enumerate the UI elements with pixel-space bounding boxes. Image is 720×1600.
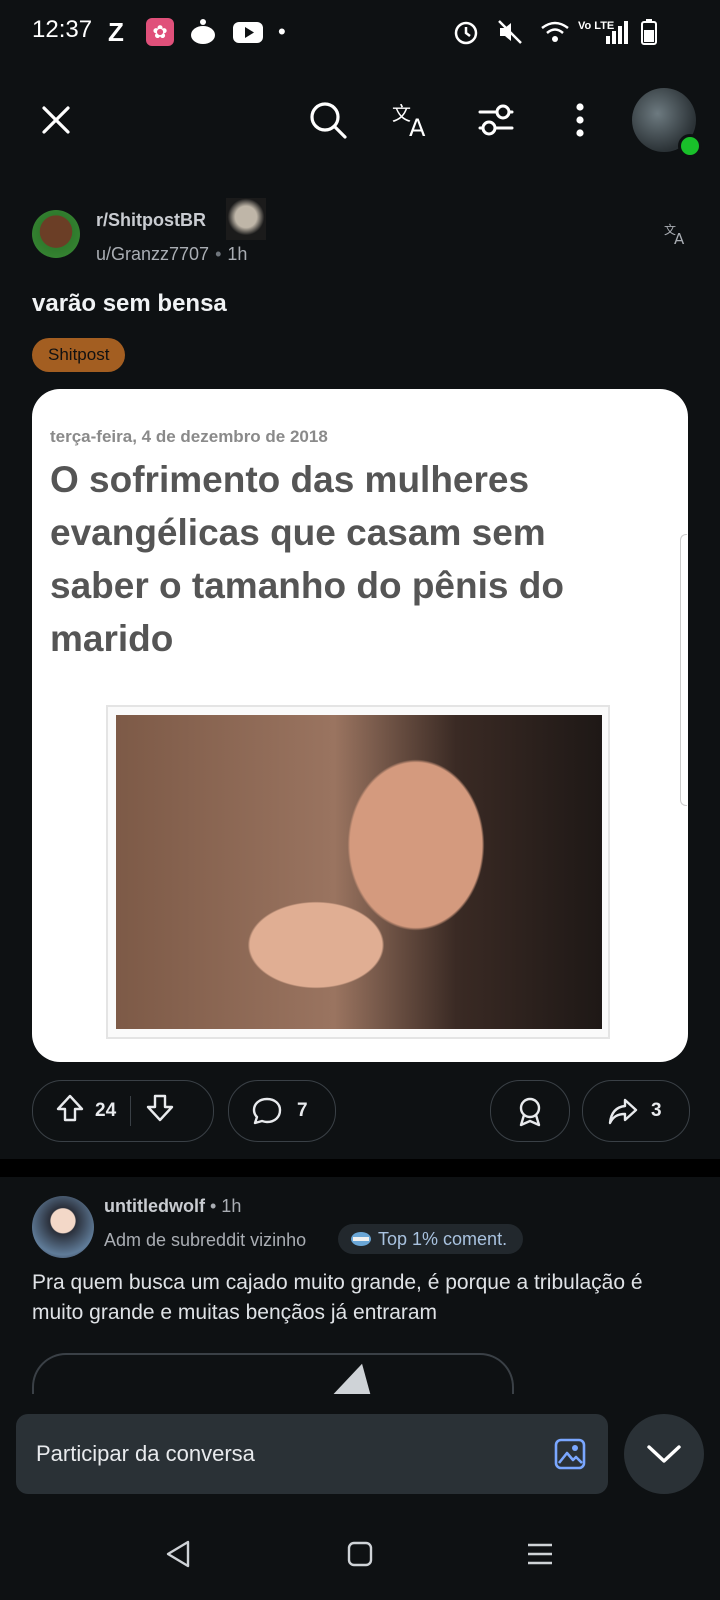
youtube-icon [233, 22, 263, 43]
top-commenter-badge[interactable]: Top 1% coment. [338, 1224, 524, 1254]
flower-app-icon: ✿ [146, 18, 174, 46]
more-options-button[interactable] [552, 92, 608, 148]
subreddit-flair-image [226, 198, 266, 240]
reddit-icon [191, 19, 215, 44]
filter-button[interactable] [468, 92, 524, 148]
comment-author-role: Adm de subreddit vizinho [104, 1230, 307, 1250]
post-meta: u/Granzz7707 • 1h [96, 244, 247, 265]
home-icon [347, 1541, 373, 1567]
article-photo-frame [106, 705, 610, 1039]
z-app-icon: Z [108, 17, 124, 47]
online-status-indicator [678, 134, 702, 158]
close-button[interactable] [28, 92, 84, 148]
article-headline: O sofrimento das mulheres evangélicas qu… [50, 459, 564, 659]
subreddit-name[interactable]: r/ShitpostBR [96, 210, 206, 231]
nav-recents-button[interactable] [520, 1534, 560, 1574]
status-bar: 12:37 Z ✿ • Vo LTE [0, 0, 720, 64]
share-button[interactable]: 3 [582, 1080, 690, 1142]
search-icon [310, 102, 347, 139]
share-count: 3 [651, 1100, 662, 1121]
dot-icon: • [278, 19, 286, 44]
upvote-count: 24 [95, 1100, 117, 1121]
more-icon [576, 103, 584, 137]
vote-control: 24 [32, 1080, 214, 1142]
downvote-icon [146, 1094, 174, 1122]
upvote-icon [56, 1094, 84, 1122]
collapse-button[interactable] [624, 1414, 704, 1494]
attach-image-button[interactable] [554, 1438, 586, 1475]
wifi-icon [541, 21, 569, 42]
svg-text:A: A [674, 230, 685, 246]
comment-author-avatar[interactable] [32, 1196, 94, 1258]
menu-icon [528, 1543, 552, 1565]
post-author[interactable]: u/Granzz7707 [96, 244, 209, 264]
post-image[interactable]: terça-feira, 4 de dezembro de 2018 O sof… [32, 389, 688, 1062]
top-comment-icon [351, 1232, 371, 1246]
nav-home-button[interactable] [340, 1534, 380, 1574]
image-edge-decoration [680, 534, 687, 806]
battery-icon [641, 19, 657, 45]
comments-button[interactable]: 7 [228, 1080, 336, 1142]
downvote-button[interactable] [145, 1093, 175, 1129]
comment-icon [252, 1097, 282, 1125]
mute-icon [498, 20, 522, 44]
upvote-button[interactable] [55, 1093, 85, 1129]
svg-text:A: A [409, 114, 426, 140]
translate-button[interactable]: 文 A [384, 92, 440, 148]
comment-body: Pra quem busca um cajado muito grande, é… [32, 1271, 643, 1324]
post-title[interactable]: varão sem bensa [32, 290, 227, 318]
reply-input[interactable]: Participar da conversa [16, 1414, 608, 1494]
subreddit-avatar[interactable] [32, 210, 80, 258]
status-time: 12:37 [32, 16, 93, 43]
comment-author[interactable]: untitledwolf [104, 1196, 205, 1216]
article-photo [116, 715, 602, 1029]
chevron-down-icon [647, 1445, 681, 1463]
image-icon [554, 1438, 586, 1470]
search-button[interactable] [300, 92, 356, 148]
award-icon [519, 1097, 541, 1127]
post-age: 1h [227, 244, 248, 264]
comment-header: untitledwolf • 1h [104, 1196, 241, 1217]
filter-icon [478, 104, 514, 136]
translate-icon: 文 A [392, 103, 426, 140]
post-flair[interactable]: Shitpost [32, 338, 126, 372]
meta-separator: • [215, 244, 222, 264]
nav-back-button[interactable] [158, 1534, 198, 1574]
award-button[interactable] [490, 1080, 570, 1142]
comment-count: 7 [297, 1100, 308, 1121]
translate-post-button[interactable]: 文 A [664, 222, 690, 251]
close-icon [42, 106, 70, 134]
top-badge-label: Top 1% coment. [378, 1229, 508, 1249]
section-divider [0, 1159, 720, 1177]
share-icon [608, 1098, 638, 1125]
comment-age: • 1h [210, 1196, 242, 1216]
translate-icon: 文 A [664, 222, 685, 248]
vote-divider [130, 1096, 132, 1126]
signal-icon [606, 21, 628, 44]
back-icon [166, 1540, 190, 1568]
article-date: terça-feira, 4 de dezembro de 2018 [50, 427, 328, 446]
alarm-icon [454, 21, 478, 45]
